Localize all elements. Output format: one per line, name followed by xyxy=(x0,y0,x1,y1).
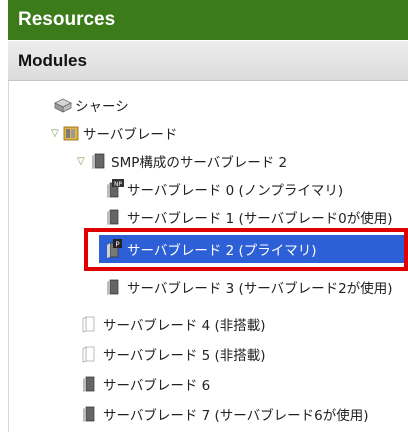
blade-nonprimary-icon: NP xyxy=(103,179,124,199)
tree-label-blade-5: サーバブレード 5 (非搭載) xyxy=(103,348,266,364)
tree-node-blade-4[interactable]: サーバブレード 4 (非搭載) xyxy=(9,310,408,338)
collapse-arrow-icon[interactable]: ▽ xyxy=(51,129,61,139)
tree-node-chassis[interactable]: シャーシ xyxy=(9,91,408,119)
resources-title: Resources xyxy=(18,9,116,30)
resources-header: Resources xyxy=(8,0,408,40)
tree-label-chassis: シャーシ xyxy=(75,99,129,115)
svg-text:NP: NP xyxy=(114,181,122,188)
tree-label-smp: SMP構成のサーバブレード 2 xyxy=(111,155,288,171)
tree-node-blade-5[interactable]: サーバブレード 5 (非搭載) xyxy=(9,340,408,368)
tree-label-blade-4: サーバブレード 4 (非搭載) xyxy=(103,318,266,334)
tree-node-blade-1[interactable]: サーバブレード 1 (サーバブレード0が使用) xyxy=(9,203,408,231)
serverblade-group-icon xyxy=(61,123,81,143)
empty-slot-icon xyxy=(79,314,99,334)
blade-icon xyxy=(79,374,99,394)
module-tree: シャーシ ▽ サーバブレード ▽ SMP構成のサーバブレード 2 NP サーバブ… xyxy=(8,81,408,432)
tree-label-blade-1: サーバブレード 1 (サーバブレード0が使用) xyxy=(127,211,393,227)
tree-node-blade-7[interactable]: サーバブレード 7 (サーバブレード6が使用) xyxy=(9,400,408,428)
tree-node-blade-2[interactable]: P サーバブレード 2 (プライマリ) xyxy=(99,235,408,263)
tree-label-serverblade: サーバブレード xyxy=(83,127,178,143)
blade-primary-icon: P xyxy=(103,239,123,259)
tree-node-serverblade[interactable]: ▽ サーバブレード xyxy=(9,119,408,147)
chassis-icon xyxy=(53,95,73,115)
tree-label-blade-3: サーバブレード 3 (サーバブレード2が使用) xyxy=(127,281,393,297)
tree-node-smp[interactable]: ▽ SMP構成のサーバブレード 2 xyxy=(9,147,408,175)
tree-node-blade-0[interactable]: NP サーバブレード 0 (ノンプライマリ) xyxy=(9,175,408,203)
modules-title: Modules xyxy=(18,51,87,70)
tree-label-blade-7: サーバブレード 7 (サーバブレード6が使用) xyxy=(103,408,369,424)
collapse-arrow-icon[interactable]: ▽ xyxy=(77,157,87,167)
tree-label-blade-6: サーバブレード 6 xyxy=(103,378,211,394)
tree-label-blade-0: サーバブレード 0 (ノンプライマリ) xyxy=(127,183,344,199)
svg-text:P: P xyxy=(115,241,119,249)
modules-header: Modules xyxy=(8,41,408,81)
empty-slot-icon xyxy=(79,344,99,364)
blade-icon xyxy=(103,207,123,227)
blade-icon xyxy=(89,151,109,171)
tree-node-blade-6[interactable]: サーバブレード 6 xyxy=(9,370,408,398)
tree-node-blade-3[interactable]: サーバブレード 3 (サーバブレード2が使用) xyxy=(9,273,408,301)
blade-icon xyxy=(79,404,99,424)
blade-icon xyxy=(103,277,123,297)
tree-label-blade-2: サーバブレード 2 (プライマリ) xyxy=(127,243,317,259)
